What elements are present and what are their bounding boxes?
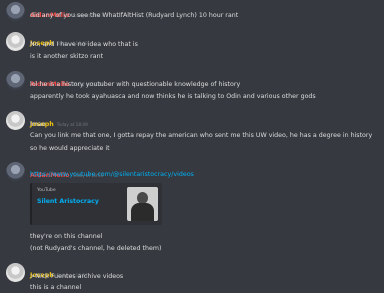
user-avatar[interactable] <box>6 71 25 90</box>
user-avatar[interactable] <box>6 32 25 51</box>
video-embed[interactable]: YouTube Silent Aristocracy <box>30 183 162 225</box>
message-text: lmao <box>30 121 46 128</box>
user-avatar[interactable] <box>6 162 25 181</box>
message-text: Can you link me that one, I gotta repay … <box>30 132 373 139</box>
embed-thumbnail[interactable] <box>127 187 158 221</box>
message-text: so he would appreciate it <box>30 145 110 152</box>
message-text: apparently he took ayahuasca and now thi… <box>30 93 316 100</box>
message-text: lol he is a history youtuber with questi… <box>30 81 241 88</box>
user-avatar[interactable] <box>6 111 25 130</box>
embed-title[interactable]: Silent Aristocracy <box>37 198 99 205</box>
user-avatar[interactable] <box>6 2 25 21</box>
embed-provider: YouTube <box>37 188 56 193</box>
message-text: is it another skitzo rant <box>30 53 104 60</box>
message-text: >Nick Fuentes archive videos <box>30 273 124 280</box>
message-text: (not Rudyard's channel, he deleted them) <box>30 245 162 252</box>
message-text: did any of you see the WhatIfAltHist (Ru… <box>30 12 239 19</box>
message-text: they're on this channel <box>30 233 103 240</box>
user-avatar[interactable] <box>6 263 25 282</box>
message-text: No, and I have no idea who that is <box>30 41 138 48</box>
message-text: this is a channel <box>30 284 82 291</box>
channel-link[interactable]: https://www.youtube.com/@silentaristocra… <box>30 171 194 178</box>
timestamp: Today at 18:49 <box>56 122 88 127</box>
